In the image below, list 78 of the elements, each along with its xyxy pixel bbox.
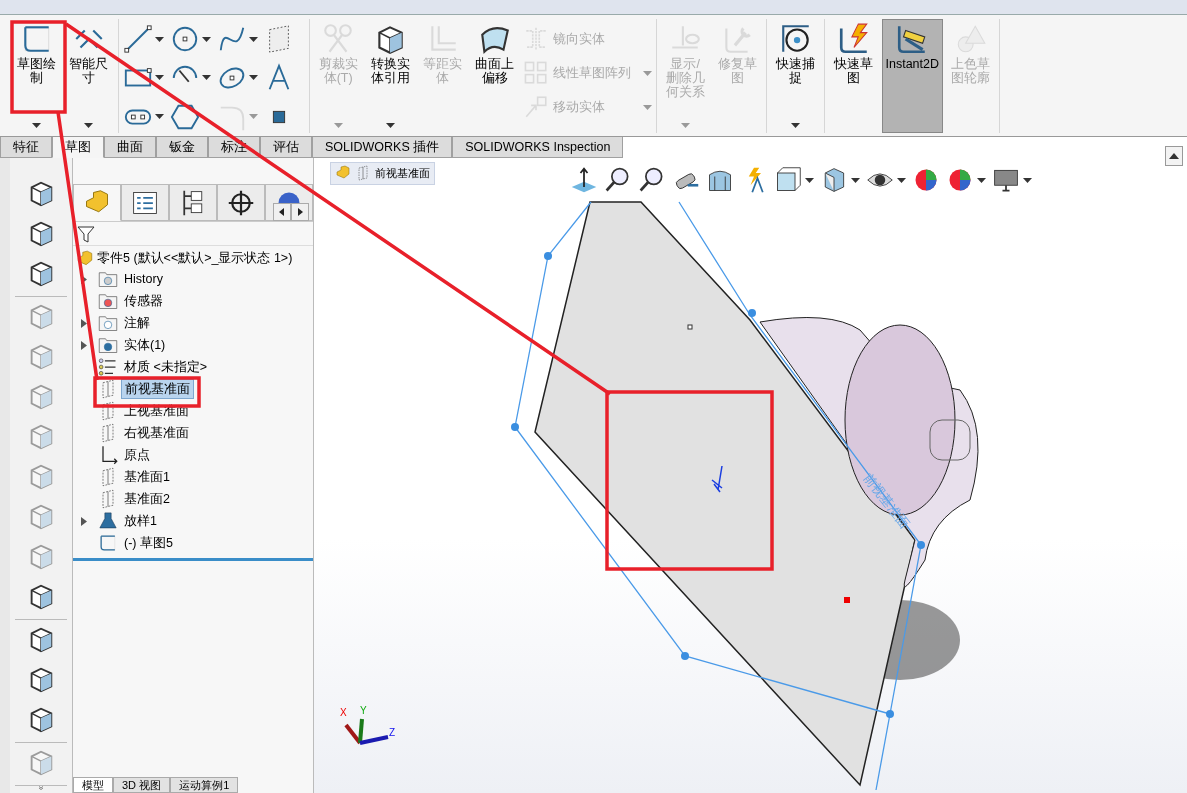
caret-icon[interactable] bbox=[897, 177, 906, 183]
expand-arrow-icon[interactable] bbox=[81, 340, 87, 350]
caret-icon[interactable] bbox=[154, 75, 164, 81]
caret-icon[interactable] bbox=[84, 123, 94, 128]
panel-tab[interactable] bbox=[217, 184, 265, 221]
view-cube-icon bbox=[774, 166, 802, 194]
panel-tab[interactable] bbox=[121, 184, 169, 221]
sensor-folder-icon bbox=[98, 291, 118, 311]
plane-icon bbox=[355, 165, 371, 182]
model-tab[interactable]: 3D 视图 bbox=[113, 777, 171, 793]
tree-item[interactable]: 原点 bbox=[121, 445, 153, 465]
caret-icon[interactable] bbox=[1023, 177, 1032, 183]
crosshair-icon bbox=[227, 188, 255, 217]
annotation-folder-icon bbox=[98, 313, 118, 333]
tree-item[interactable]: 实体(1) bbox=[121, 335, 169, 355]
history-folder-icon bbox=[98, 269, 118, 289]
caret-icon[interactable] bbox=[851, 177, 860, 183]
axis-triad-drawing: X Y Z bbox=[338, 703, 400, 747]
collapse-up-icon[interactable] bbox=[1165, 146, 1183, 166]
model-tab[interactable]: 模型 bbox=[73, 777, 113, 793]
ribbon-button[interactable]: 快速草图 bbox=[829, 19, 879, 133]
tree-item[interactable]: 右视基准面 bbox=[121, 423, 192, 443]
tree-item[interactable]: 材质 <未指定> bbox=[121, 357, 211, 377]
point-marker bbox=[687, 324, 693, 330]
ribbon-tab[interactable]: 草图 bbox=[52, 137, 104, 158]
view-tool-button[interactable] bbox=[774, 166, 814, 194]
normal-to-icon bbox=[570, 166, 598, 194]
tree-item[interactable]: 注解 bbox=[121, 313, 153, 333]
caret-icon[interactable] bbox=[154, 114, 164, 120]
ribbon-tab[interactable]: SOLIDWORKS Inspection bbox=[452, 137, 624, 158]
ribbon-button[interactable]: 快速捕捉 bbox=[771, 19, 821, 133]
caret-icon[interactable] bbox=[154, 36, 164, 42]
caret-icon[interactable] bbox=[791, 123, 801, 128]
sketch-origin-icon bbox=[711, 465, 723, 493]
panel-tab[interactable] bbox=[169, 184, 217, 221]
tree-item[interactable]: (-) 草图5 bbox=[121, 533, 176, 553]
ribbon-button[interactable]: 草图绘制 bbox=[12, 19, 62, 133]
tree-item[interactable]: 零件5 (默认<<默认>_显示状态 1>) bbox=[97, 249, 293, 268]
view-tool-button[interactable] bbox=[570, 166, 598, 194]
caret-icon[interactable] bbox=[977, 177, 986, 183]
caret-icon[interactable] bbox=[32, 123, 42, 128]
caret-icon[interactable] bbox=[201, 36, 211, 42]
material-icon bbox=[98, 357, 118, 377]
caret-icon[interactable] bbox=[201, 75, 211, 81]
loft-icon bbox=[98, 511, 118, 531]
tree-item[interactable]: History bbox=[121, 269, 166, 289]
ribbon-tab[interactable]: SOLIDWORKS 插件 bbox=[312, 137, 453, 158]
ribbon-tab[interactable]: 评估 bbox=[260, 137, 312, 158]
tree-item[interactable]: 基准面2 bbox=[121, 489, 173, 509]
line-icon bbox=[122, 24, 153, 55]
point-marker bbox=[844, 597, 850, 603]
ribbon-button[interactable]: 曲面上偏移 bbox=[470, 19, 520, 133]
ribbon-tab[interactable]: 曲面 bbox=[104, 137, 156, 158]
scroll-left-icon[interactable] bbox=[273, 203, 291, 221]
sketch-icon bbox=[98, 533, 118, 553]
ribbon-tab[interactable]: 钣金 bbox=[156, 137, 208, 158]
tree-item[interactable]: 传感器 bbox=[121, 291, 166, 311]
solid-folder-icon bbox=[98, 335, 118, 355]
ribbon-button[interactable]: 智能尺寸 bbox=[64, 19, 114, 133]
ribbon-tab[interactable]: 特征 bbox=[0, 137, 52, 158]
tree-item[interactable]: 基准面1 bbox=[121, 467, 173, 487]
caret-icon[interactable] bbox=[248, 75, 258, 81]
breadcrumb[interactable]: 前视基准面 bbox=[330, 162, 435, 185]
caret-icon[interactable] bbox=[385, 123, 395, 128]
tree-item[interactable]: 前视基准面 bbox=[121, 378, 194, 400]
caret-icon[interactable] bbox=[805, 177, 814, 183]
tree-item[interactable]: 放样1 bbox=[121, 511, 160, 531]
sketch-tool-button[interactable] bbox=[122, 23, 164, 56]
scroll-right-icon[interactable] bbox=[291, 203, 309, 221]
ribbon-button[interactable]: 转换实体引用 bbox=[365, 19, 415, 133]
pattern-icon bbox=[522, 60, 549, 86]
ribbon-button[interactable]: Instant2D bbox=[881, 19, 943, 133]
caret-icon[interactable] bbox=[248, 36, 258, 42]
model-tab[interactable]: 运动算例1 bbox=[170, 777, 239, 793]
filter-icon[interactable] bbox=[77, 224, 95, 243]
expand-arrow-icon[interactable] bbox=[81, 516, 87, 526]
expand-arrow-icon[interactable] bbox=[81, 318, 87, 328]
plane-label: 前视基准面 bbox=[859, 468, 939, 548]
